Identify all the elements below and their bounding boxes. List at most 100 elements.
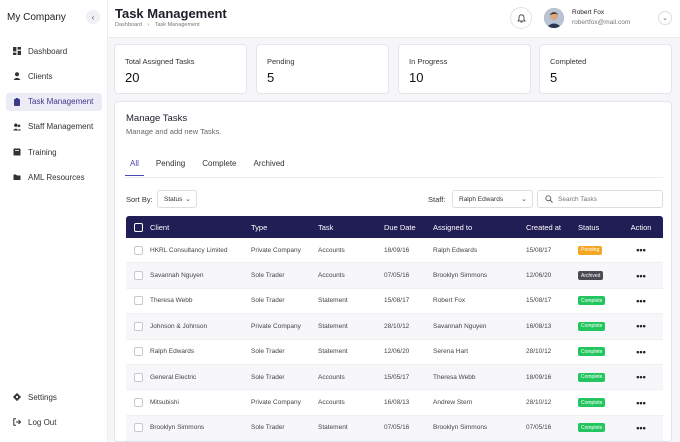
tab-archived[interactable]: Archived bbox=[249, 154, 290, 176]
cell-type: Sole Trader bbox=[251, 348, 285, 356]
cell-client: Theresa Webb bbox=[150, 297, 193, 305]
chevron-down-icon: ⌄ bbox=[185, 196, 191, 203]
cell-status: Complete bbox=[578, 296, 626, 306]
sort-select[interactable]: Status ⌄ bbox=[157, 190, 197, 208]
cell-due-date: 07/05/16 bbox=[384, 424, 410, 432]
cell-created-at: 07/05/16 bbox=[526, 424, 552, 432]
cell-status: Archived bbox=[578, 271, 626, 281]
cell-created-at: 18/09/16 bbox=[526, 373, 552, 381]
search-input[interactable] bbox=[558, 194, 658, 205]
row-checkbox[interactable] bbox=[133, 372, 143, 382]
row-checkbox[interactable] bbox=[133, 271, 143, 281]
cell-type: Private Company bbox=[251, 246, 301, 254]
stat-value: 20 bbox=[125, 70, 140, 85]
sidebar-item-task-management[interactable]: Task Management bbox=[6, 92, 102, 111]
row-checkbox[interactable] bbox=[133, 245, 143, 255]
cell-due-date: 16/08/13 bbox=[384, 399, 410, 407]
table-row[interactable]: Theresa Webb Sole Trader Statement 15/08/17… bbox=[126, 289, 663, 315]
stat-label: Completed bbox=[550, 57, 587, 66]
breadcrumb-item-dashboard[interactable]: Dashboard bbox=[115, 22, 142, 28]
row-checkbox[interactable] bbox=[133, 423, 143, 433]
table-row[interactable]: Brooklyn Simmons Sole Trader Statement 07/0… bbox=[126, 415, 663, 441]
cell-task: Statement bbox=[318, 348, 348, 356]
sort-label: Sort By: bbox=[126, 195, 153, 204]
dashboard-icon bbox=[13, 47, 21, 55]
row-actions-button[interactable]: ••• bbox=[626, 245, 656, 255]
bell-icon bbox=[516, 13, 526, 23]
row-select-cell bbox=[126, 347, 150, 357]
sidebar-item-settings[interactable]: Settings bbox=[6, 388, 102, 406]
folder-icon bbox=[13, 174, 21, 181]
sidebar-item-clients[interactable]: Clients bbox=[6, 67, 102, 85]
cell-due-date: 07/05/16 bbox=[384, 272, 410, 280]
cell-type: Sole Trader bbox=[251, 297, 285, 305]
sidebar-item-label: Training bbox=[28, 147, 57, 157]
cell-created-at: 28/10/12 bbox=[526, 399, 552, 407]
staff-select[interactable]: Ralph Edwards ⌄ bbox=[452, 190, 533, 208]
table-row[interactable]: HKRL Consultancy Limited Private Company A… bbox=[126, 238, 663, 264]
tab-complete[interactable]: Complete bbox=[197, 154, 241, 176]
row-checkbox[interactable] bbox=[133, 296, 143, 306]
cell-type: Private Company bbox=[251, 322, 301, 330]
cell-client: HKRL Consultancy Limited bbox=[150, 246, 228, 254]
cell-created-at: 28/10/12 bbox=[526, 348, 552, 356]
row-actions-button[interactable]: ••• bbox=[626, 296, 656, 306]
stat-value: 10 bbox=[409, 70, 424, 85]
sidebar-item-dashboard[interactable]: Dashboard bbox=[6, 42, 102, 60]
staff-label: Staff: bbox=[428, 195, 446, 204]
cell-due-date: 15/05/17 bbox=[384, 373, 410, 381]
cell-type: Sole Trader bbox=[251, 373, 285, 381]
cell-task: Accounts bbox=[318, 399, 345, 407]
chevron-down-icon: ⌄ bbox=[521, 196, 527, 203]
column-header-assigned-to[interactable]: Assigned to bbox=[433, 223, 526, 232]
gear-icon bbox=[13, 393, 21, 401]
row-select-cell bbox=[126, 271, 150, 281]
cell-status: Complete bbox=[578, 321, 626, 331]
tasks-table: Client Type Task Due Date Assigned to Cr… bbox=[126, 216, 663, 441]
search-box[interactable] bbox=[537, 190, 663, 208]
sidebar: My Company ‹ Dashboard Clients Task Mana… bbox=[0, 0, 108, 442]
column-header-client[interactable]: Client bbox=[150, 223, 251, 232]
row-checkbox[interactable] bbox=[133, 347, 143, 357]
row-actions-button[interactable]: ••• bbox=[626, 398, 656, 408]
row-actions-button[interactable]: ••• bbox=[626, 321, 656, 331]
row-actions-button[interactable]: ••• bbox=[626, 347, 656, 357]
tab-all[interactable]: All bbox=[125, 154, 144, 176]
table-row[interactable]: Mitsubishi Private Company Accounts 16/08/1… bbox=[126, 390, 663, 416]
table-row[interactable]: General Electric Sole Trader Accounts 15/05… bbox=[126, 364, 663, 391]
notifications-button[interactable] bbox=[510, 7, 532, 29]
row-checkbox[interactable] bbox=[133, 321, 143, 331]
column-header-task[interactable]: Task bbox=[318, 223, 384, 232]
row-actions-button[interactable]: ••• bbox=[626, 271, 656, 281]
row-actions-button[interactable]: ••• bbox=[626, 372, 656, 382]
row-actions-button[interactable]: ••• bbox=[626, 423, 656, 433]
chevron-left-icon[interactable]: ‹ bbox=[86, 10, 100, 24]
breadcrumb-item-current: Task Management bbox=[154, 22, 200, 28]
cell-status: Complete bbox=[578, 423, 626, 433]
column-header-type[interactable]: Type bbox=[251, 223, 318, 232]
cell-client: General Electric bbox=[150, 373, 197, 381]
sidebar-item-staff-management[interactable]: Staff Management bbox=[6, 118, 102, 136]
row-select-cell bbox=[126, 372, 150, 382]
sidebar-item-label: AML Resources bbox=[28, 172, 85, 182]
sidebar-item-logout[interactable]: Log Out bbox=[6, 413, 102, 431]
table-row[interactable]: Ralph Edwards Sole Trader Statement 12/06/2… bbox=[126, 340, 663, 365]
table-row[interactable]: Savannah Nguyen Sole Trader Accounts 07/05/… bbox=[126, 263, 663, 289]
top-header: Task Management Dashboard › Task Managem… bbox=[108, 0, 680, 38]
avatar-image bbox=[544, 8, 564, 28]
tab-pending[interactable]: Pending bbox=[151, 154, 190, 176]
sidebar-item-aml-resources[interactable]: AML Resources bbox=[6, 168, 102, 186]
status-badge: Complete bbox=[578, 423, 606, 433]
column-header-created-at[interactable]: Created at bbox=[526, 223, 578, 232]
avatar[interactable] bbox=[544, 8, 564, 28]
table-row[interactable]: Johnson & Johnson Private Company Statemen… bbox=[126, 314, 663, 340]
search-icon bbox=[545, 195, 553, 203]
row-checkbox[interactable] bbox=[133, 398, 143, 408]
chevron-down-icon[interactable]: ⌄ bbox=[658, 11, 672, 25]
select-all-checkbox[interactable] bbox=[133, 222, 143, 232]
column-header-status[interactable]: Status bbox=[578, 223, 626, 232]
select-all-cell bbox=[126, 222, 150, 232]
sidebar-item-training[interactable]: Training bbox=[6, 143, 102, 161]
status-badge: Complete bbox=[578, 296, 606, 306]
column-header-due-date[interactable]: Due Date bbox=[384, 223, 433, 232]
